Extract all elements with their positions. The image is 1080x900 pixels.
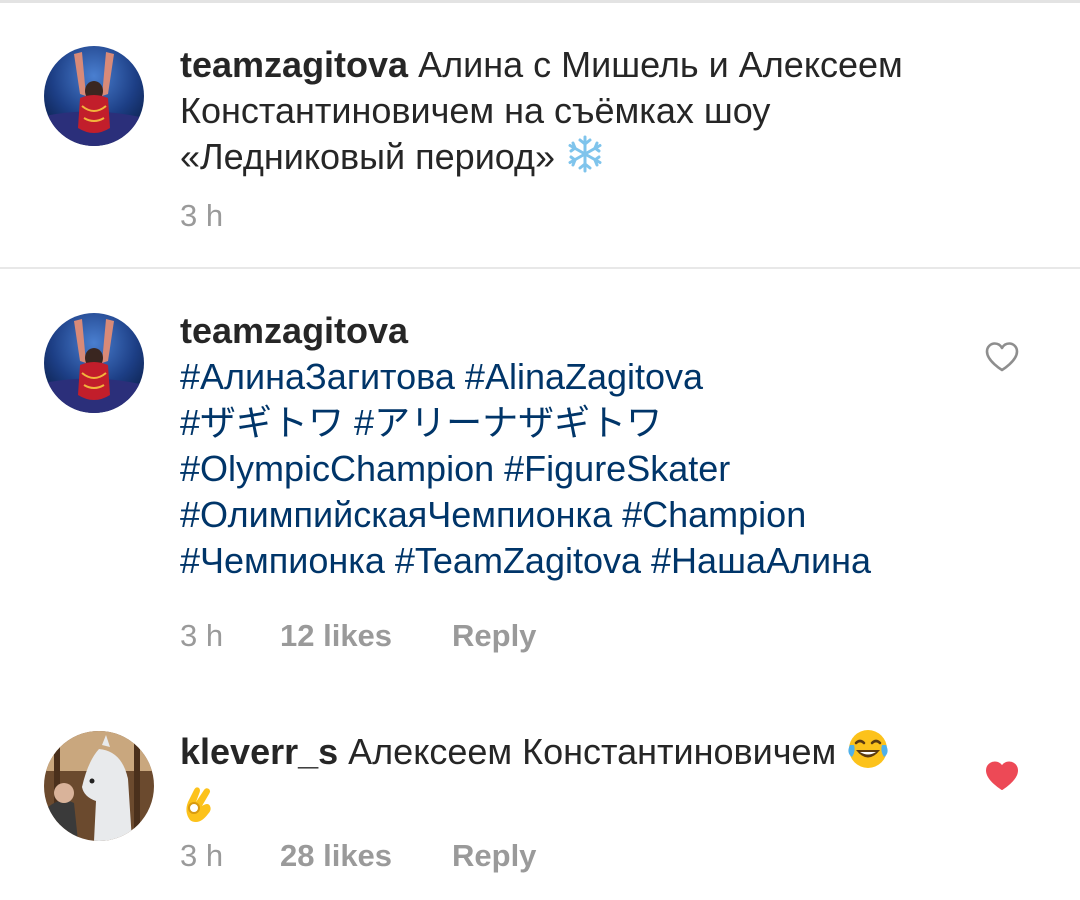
hashtag-link[interactable]: #アリーナザギトワ (354, 402, 662, 443)
comment-1-username-line: teamzagitova (180, 308, 960, 354)
caption-line-3: «Ледниковый период» (180, 134, 1000, 185)
avatar-image-teamzagitova (44, 313, 144, 413)
tears-of-joy-emoji-icon (846, 727, 890, 782)
caption-meta: 3 h (180, 198, 280, 234)
comment-2-line-1: kleverr_s Алексеем Константиновичем (180, 727, 960, 782)
comment-1-text: teamzagitova #АлинаЗагитова #AlinaZagito… (180, 308, 960, 584)
comment-1-meta: 3 h 12 likes Reply (180, 618, 536, 654)
comment-2-reply-button[interactable]: Reply (452, 838, 536, 874)
comment-1-hashtag-line-5: #Чемпионка #TeamZagitova #НашаАлина (180, 538, 960, 584)
caption-text-part-3: «Ледниковый период» (180, 136, 566, 178)
comment-1-hashtag-line-4: #ОлимпийскаяЧемпионка #Champion (180, 492, 960, 538)
comment-1-likes-count[interactable]: 12 likes (280, 618, 452, 654)
comment-1-reply-button[interactable]: Reply (452, 618, 536, 654)
caption-text-part-1: Алина с Мишель и Алексеем (408, 44, 903, 85)
snowflake-icon (565, 134, 605, 185)
hashtag-link[interactable]: #АлинаЗагитова (180, 356, 455, 397)
comment-2-meta: 3 h 28 likes Reply (180, 838, 536, 874)
comment-1-hashtag-line-2: #ザギトワ #アリーナザギトワ (180, 400, 960, 446)
comment-1-hashtag-line-1: #АлинаЗагитова #AlinaZagitova (180, 354, 960, 400)
avatar-image-teamzagitova (44, 46, 144, 146)
comment-1-username[interactable]: teamzagitova (180, 310, 408, 351)
comment-2-timestamp: 3 h (180, 838, 224, 873)
caption-timestamp: 3 h (180, 198, 224, 233)
comment-1-avatar[interactable] (44, 313, 144, 413)
hashtag-link[interactable]: #AlinaZagitova (465, 356, 703, 397)
comment-2-avatar[interactable] (44, 731, 154, 841)
caption-avatar[interactable] (44, 46, 144, 146)
comment-2-line-2 (180, 782, 960, 837)
heart-filled-icon[interactable] (984, 760, 1020, 792)
hashtag-link[interactable]: #Champion (622, 494, 806, 535)
comment-1-timestamp: 3 h (180, 618, 224, 653)
comments-screen: teamzagitova Алина с Мишель и Алексеем К… (0, 0, 1080, 900)
comment-2-username[interactable]: kleverr_s (180, 731, 338, 772)
hashtag-link[interactable]: #TeamZagitova (395, 540, 641, 581)
comment-1-hashtag-line-3: #OlympicChampion #FigureSkater (180, 446, 960, 492)
hashtag-link[interactable]: #FigureSkater (504, 448, 730, 489)
heart-outline-icon[interactable] (984, 341, 1020, 373)
caption-line-1: teamzagitova Алина с Мишель и Алексеем (180, 42, 1000, 88)
comment-2-body: Алексеем Константиновичем (338, 731, 847, 773)
hashtag-link[interactable]: #НашаАлина (651, 540, 871, 581)
comment-2-text: kleverr_s Алексеем Константиновичем (180, 727, 960, 837)
caption-username[interactable]: teamzagitova (180, 44, 408, 85)
comment-2-likes-count[interactable]: 28 likes (280, 838, 452, 874)
caption-divider (0, 267, 1080, 269)
hashtag-link[interactable]: #ザギトワ (180, 402, 344, 443)
top-divider (0, 0, 1080, 3)
caption-text: teamzagitova Алина с Мишель и Алексеем К… (180, 42, 1000, 185)
ok-hand-emoji-icon (180, 782, 220, 837)
hashtag-link[interactable]: #ОлимпийскаяЧемпионка (180, 494, 612, 535)
hashtag-link[interactable]: #Чемпионка (180, 540, 385, 581)
hashtag-link[interactable]: #OlympicChampion (180, 448, 494, 489)
caption-line-2: Константиновичем на съёмках шоу (180, 90, 771, 131)
avatar-image-kleverr-s (44, 731, 154, 841)
